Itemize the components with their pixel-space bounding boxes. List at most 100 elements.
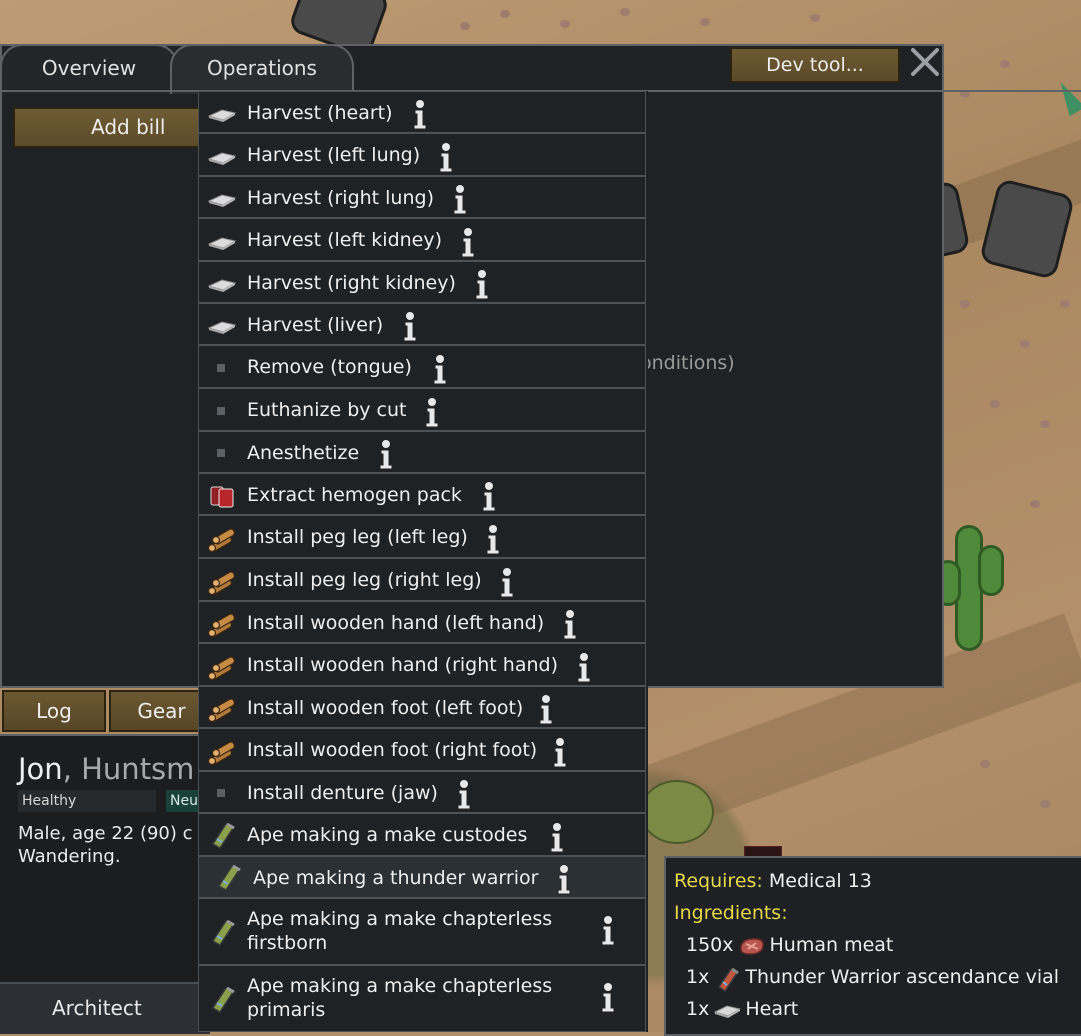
info-icon[interactable] bbox=[401, 311, 419, 343]
menu-item[interactable]: Harvest (right kidney) bbox=[198, 261, 646, 303]
menu-item[interactable]: Install wooden hand (left hand) bbox=[198, 601, 646, 643]
tab-label: Operations bbox=[207, 56, 317, 80]
info-icon[interactable] bbox=[451, 184, 469, 216]
menu-item-label: Remove (tongue) bbox=[247, 356, 412, 378]
menu-item[interactable]: Harvest (right lung) bbox=[198, 176, 646, 218]
pawn-name[interactable]: Jon, Huntsm bbox=[18, 752, 194, 786]
info-icon[interactable] bbox=[498, 567, 516, 599]
info-icon[interactable] bbox=[455, 779, 473, 811]
pawn-first-name: Jon bbox=[18, 752, 63, 786]
menu-item[interactable]: Install denture (jaw) bbox=[198, 771, 646, 813]
menu-item[interactable]: Install wooden foot (right foot) bbox=[198, 728, 646, 771]
menu-item-label: Harvest (liver) bbox=[247, 313, 384, 336]
info-icon[interactable] bbox=[480, 481, 498, 513]
vial-icon bbox=[207, 986, 237, 1014]
info-icon[interactable] bbox=[537, 694, 555, 726]
menu-item-label: Euthanize by cut bbox=[247, 399, 407, 421]
info-icon[interactable] bbox=[377, 439, 395, 471]
menu-item-label: Extract hemogen pack bbox=[247, 483, 462, 506]
info-icon[interactable] bbox=[555, 864, 573, 896]
pebble bbox=[1060, 300, 1070, 308]
info-icon[interactable] bbox=[411, 99, 429, 131]
info-icon[interactable] bbox=[551, 737, 569, 769]
dev-tool-label: Dev tool... bbox=[766, 54, 864, 76]
meat-icon bbox=[738, 936, 766, 956]
pebble bbox=[560, 20, 570, 28]
pebble bbox=[1000, 60, 1010, 68]
info-icon[interactable] bbox=[484, 524, 502, 556]
menu-item[interactable]: Euthanize by cut bbox=[198, 388, 646, 431]
pebble bbox=[1040, 800, 1050, 808]
info-icon[interactable] bbox=[423, 397, 441, 429]
dev-tool-button[interactable]: Dev tool... bbox=[730, 47, 900, 83]
pebble bbox=[460, 22, 470, 30]
pawn-age-line: Male, age 22 (90) c bbox=[18, 823, 193, 844]
conditions-label: onditions) bbox=[640, 352, 735, 374]
operations-float-menu: Harvest (heart) Harvest (left lung) Harves… bbox=[198, 91, 648, 1032]
tab-overview[interactable]: Overview bbox=[0, 44, 178, 94]
menu-item[interactable]: Remove (tongue) bbox=[198, 345, 646, 388]
tab-label: Log bbox=[36, 699, 72, 723]
ingredients-label: Ingredients: bbox=[674, 902, 788, 924]
small-square-icon bbox=[207, 354, 237, 382]
close-icon[interactable] bbox=[909, 46, 941, 78]
wood-logs-icon bbox=[207, 567, 237, 595]
menu-item[interactable]: Install peg leg (right leg) bbox=[198, 558, 646, 601]
menu-item[interactable]: Anesthetize bbox=[198, 431, 646, 473]
requires-label: Requires: bbox=[674, 870, 763, 892]
tab-log[interactable]: Log bbox=[2, 690, 106, 732]
info-icon[interactable] bbox=[437, 142, 455, 174]
menu-item[interactable]: Install peg leg (left leg) bbox=[198, 515, 646, 558]
menu-item[interactable]: Harvest (liver) bbox=[198, 303, 646, 345]
ingredient-qty: 1x bbox=[686, 998, 710, 1020]
tab-label: Gear bbox=[137, 699, 186, 723]
menu-item[interactable]: Harvest (left lung) bbox=[198, 133, 646, 176]
info-icon[interactable] bbox=[431, 354, 449, 386]
menu-item[interactable]: Extract hemogen pack bbox=[198, 473, 646, 515]
pebble bbox=[1030, 500, 1040, 508]
menu-item-label: Ape making a make custodes bbox=[247, 824, 528, 846]
pebble bbox=[990, 400, 1000, 408]
organ-icon bbox=[207, 142, 237, 170]
menu-item-label: primaris bbox=[247, 999, 326, 1021]
menu-item[interactable]: Harvest (left kidney) bbox=[198, 218, 646, 261]
cactus[interactable] bbox=[978, 545, 1004, 596]
add-bill-label: Add bill bbox=[91, 115, 166, 139]
info-icon[interactable] bbox=[561, 609, 579, 641]
organ-icon bbox=[207, 269, 237, 297]
plant[interactable] bbox=[1052, 77, 1081, 117]
wood-logs-icon bbox=[207, 524, 237, 552]
menu-item-label: Install peg leg (left leg) bbox=[247, 526, 468, 548]
menu-item-label: Harvest (heart) bbox=[247, 101, 393, 124]
recipe-tooltip: Requires: Medical 13 Ingredients: 150x Hu… bbox=[664, 856, 1081, 1036]
hemogen-pack-icon bbox=[207, 481, 237, 509]
shrub[interactable] bbox=[640, 780, 714, 844]
info-icon[interactable] bbox=[459, 227, 477, 259]
organ-icon bbox=[207, 311, 237, 339]
ingredient-row: 150x Human meat bbox=[686, 934, 893, 956]
ingredient-qty: 150x bbox=[686, 934, 734, 956]
menu-item[interactable]: Ape making a make chapterless primaris bbox=[198, 965, 646, 1032]
vial-icon bbox=[207, 822, 237, 850]
pebble bbox=[1020, 340, 1030, 348]
vial-icon bbox=[207, 919, 237, 947]
tab-operations[interactable]: Operations bbox=[170, 44, 354, 94]
info-icon[interactable] bbox=[473, 269, 491, 301]
menu-item[interactable]: Install wooden foot (left foot) bbox=[198, 686, 646, 728]
organ-icon bbox=[713, 1000, 742, 1020]
menu-item[interactable]: Harvest (heart) bbox=[198, 91, 646, 133]
wood-logs-icon bbox=[207, 694, 237, 723]
menu-item[interactable]: Ape making a thunder warrior bbox=[198, 856, 646, 898]
info-icon[interactable] bbox=[548, 822, 566, 854]
menu-item-label: Install wooden foot (right foot) bbox=[247, 739, 538, 761]
ingredient-name: Thunder Warrior ascendance vial bbox=[745, 966, 1060, 988]
menu-item[interactable]: Install wooden hand (right hand) bbox=[198, 643, 646, 686]
info-icon[interactable] bbox=[575, 652, 593, 684]
wood-logs-icon bbox=[207, 652, 237, 680]
menu-item[interactable]: Ape making a make chapterless firstborn bbox=[198, 898, 646, 965]
info-icon[interactable] bbox=[599, 915, 617, 947]
info-icon[interactable] bbox=[599, 982, 617, 1014]
architect-button[interactable]: Architect bbox=[52, 996, 142, 1020]
menu-item[interactable]: Ape making a make custodes bbox=[198, 813, 646, 856]
small-square-icon bbox=[207, 397, 237, 425]
